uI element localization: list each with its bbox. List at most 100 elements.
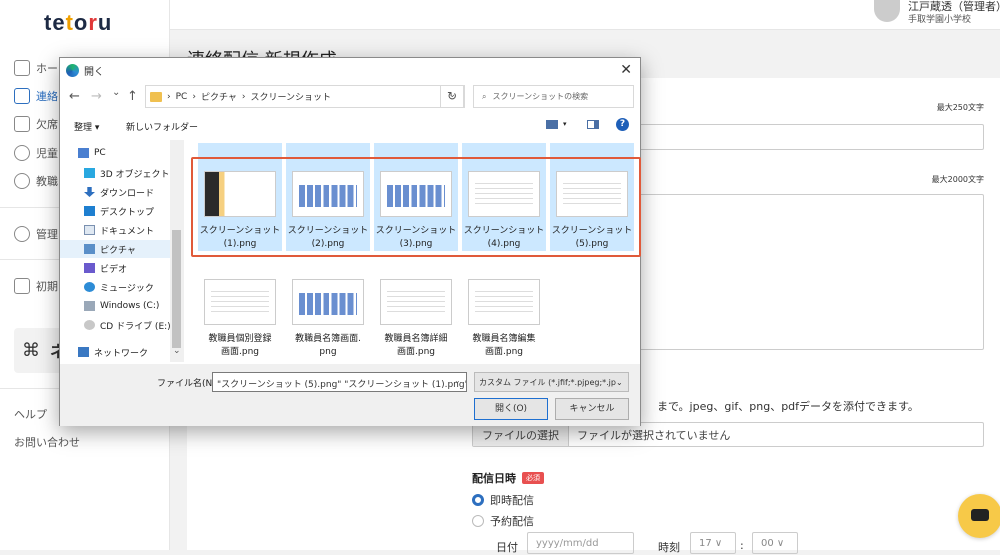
new-folder-button[interactable]: 新しいフォルダー — [126, 120, 198, 133]
breadcrumb-pc[interactable]: PC — [176, 92, 188, 102]
preview-pane-icon[interactable] — [587, 120, 599, 129]
tree-item-label: CD ドライブ (E:) — [100, 321, 171, 332]
book-icon — [14, 278, 30, 294]
filetype-select[interactable]: カスタム ファイル (*.jfif;*.pjpeg;*.jp⌄ — [474, 372, 629, 392]
close-icon[interactable]: ✕ — [620, 62, 632, 78]
nav-setup-label: 初期 — [36, 280, 58, 293]
body-maxlen: 最大2000文字 — [931, 175, 984, 184]
file-item[interactable]: スクリーンショット (4).png — [462, 143, 546, 251]
dialog-toolbar: 整理 ▾ 新しいフォルダー ▾ ? — [60, 114, 640, 136]
view-dropdown-icon[interactable]: ▾ — [563, 120, 567, 128]
up-arrow-icon[interactable]: ↑ — [127, 89, 138, 104]
organize-menu[interactable]: 整理 ▾ — [74, 120, 99, 133]
tree-item-windows-c[interactable]: Windows (C:) — [84, 297, 159, 315]
tree-item-label: 3D オブジェクト — [100, 169, 170, 180]
image-thumbnail — [204, 171, 276, 217]
nav-admin[interactable]: 管理 — [14, 226, 58, 242]
school-name: 手取学園小学校 — [908, 15, 972, 25]
file-item[interactable]: 教職員個別登録 画面.png — [198, 251, 282, 359]
contact-link[interactable]: お問い合わせ — [14, 434, 80, 450]
nav-absence[interactable]: 欠席 — [14, 116, 58, 132]
file-item[interactable]: スクリーンショット (2).png — [286, 143, 370, 251]
view-icon[interactable] — [546, 120, 558, 129]
file-item[interactable]: 教職員名簿詳細 画面.png — [374, 251, 458, 359]
staff-icon — [14, 173, 30, 189]
nav-messages-label: 連絡 — [36, 90, 58, 103]
file-grid: スクリーンショット (1).png スクリーンショット (2).png スクリーンシ… — [188, 140, 640, 362]
tree-item-music[interactable]: ミュージック — [84, 278, 154, 296]
file-item[interactable]: 教職員名簿編集 画面.png — [462, 251, 546, 359]
file-status: ファイルが選択されていません — [577, 428, 731, 442]
cube-icon — [84, 168, 95, 178]
file-item[interactable]: スクリーンショット (1).png — [198, 143, 282, 251]
desktop-icon — [84, 206, 95, 216]
tree-item-network[interactable]: ネットワーク — [78, 343, 148, 361]
open-button[interactable]: 開く(O) — [474, 398, 548, 420]
recent-locations-icon[interactable]: ⌄ — [112, 87, 120, 98]
tree-item-label: ダウンロード — [100, 188, 155, 199]
folder-icon — [150, 91, 162, 102]
refresh-icon[interactable]: ↻ — [440, 85, 464, 108]
image-thumbnail — [468, 171, 540, 217]
tree-item-cd-drive[interactable]: CD ドライブ (E:) — [84, 316, 171, 334]
nav-admin-label: 管理 — [36, 228, 58, 241]
search-input[interactable]: ⌕ スクリーンショットの検索 — [473, 85, 634, 108]
title-maxlen: 最大250文字 — [936, 103, 984, 112]
filename-input[interactable]: "スクリーンショット (5).png" "スクリーンショット (1).png" … — [212, 372, 467, 392]
tree-item-desktop[interactable]: デスクトップ — [84, 202, 154, 220]
nav-home[interactable]: ホー — [14, 60, 58, 76]
required-badge: 必須 — [522, 472, 544, 484]
tree-item-3d-objects[interactable]: 3D オブジェクト — [84, 164, 170, 182]
drive-icon — [84, 301, 95, 311]
tree-scrollbar-thumb[interactable] — [172, 230, 181, 348]
search-placeholder: スクリーンショットの検索 — [492, 92, 589, 101]
breadcrumb-pictures[interactable]: ピクチャ — [201, 90, 237, 103]
image-thumbnail — [380, 279, 452, 325]
hour-select[interactable]: 17 ∨ — [690, 532, 736, 554]
radio-dot — [472, 515, 484, 527]
tree-item-label: ミュージック — [100, 283, 154, 294]
file-item[interactable]: スクリーンショット (3).png — [374, 143, 458, 251]
dialog-title-bar: 開く — [60, 58, 640, 82]
file-item[interactable]: 教職員名簿画面. png — [286, 251, 370, 359]
breadcrumb-screenshots[interactable]: スクリーンショット — [250, 90, 331, 103]
address-bar[interactable]: › PC › ピクチャ › スクリーンショット ⌄ — [145, 85, 465, 108]
file-name: スクリーンショット (1).png — [199, 226, 281, 249]
help-icon[interactable]: ? — [616, 118, 629, 131]
tree-item-videos[interactable]: ビデオ — [84, 259, 127, 277]
radio-immediate[interactable]: 即時配信 — [472, 492, 534, 508]
minute-select[interactable]: 00 ∨ — [752, 532, 798, 554]
file-item[interactable]: スクリーンショット (5).png — [550, 143, 634, 251]
cancel-button[interactable]: キャンセル — [555, 398, 629, 420]
filename-dropdown-icon[interactable]: ⌄ — [454, 376, 461, 385]
file-name: スクリーンショット (2).png — [287, 226, 369, 249]
back-arrow-icon[interactable]: ← — [69, 89, 80, 104]
radio-dot — [472, 494, 484, 506]
nav-students[interactable]: 児童 — [14, 145, 58, 161]
tree-item-label: PC — [94, 148, 106, 158]
radio-scheduled[interactable]: 予約配信 — [472, 513, 534, 529]
file-name: 教職員名簿詳細 画面.png — [384, 334, 448, 357]
file-select-button[interactable]: ファイルの選択 — [473, 423, 569, 446]
time-label: 時刻 — [658, 541, 680, 554]
nav-home-label: ホー — [36, 62, 58, 75]
desk-icon — [14, 116, 30, 132]
nav-setup[interactable]: 初期 — [14, 278, 58, 294]
network-icon — [78, 347, 89, 357]
chat-button[interactable] — [958, 494, 1000, 538]
tetoru-logo[interactable]: tetoru — [44, 10, 112, 36]
nav-staff[interactable]: 教職 — [14, 173, 58, 189]
nav-messages[interactable]: 連絡 — [14, 88, 58, 104]
tree-item-pictures[interactable]: ピクチャ — [60, 240, 170, 258]
scroll-down-icon[interactable]: ⌄ — [173, 346, 181, 356]
tree-item-pc[interactable]: PC — [78, 144, 106, 162]
pc-icon — [78, 148, 89, 158]
attachment-note: まで。jpeg、gif、png、pdfデータを添付できます。 — [657, 400, 919, 413]
tree-item-documents[interactable]: ドキュメント — [84, 221, 154, 239]
breadcrumb-separator: › — [192, 91, 196, 102]
breadcrumb-separator: › — [167, 91, 171, 102]
help-link[interactable]: ヘルプ — [14, 406, 47, 422]
tree-item-downloads[interactable]: ダウンロード — [84, 183, 154, 201]
date-input[interactable]: yyyy/mm/dd — [527, 532, 634, 554]
forward-arrow-icon[interactable]: → — [91, 89, 102, 104]
